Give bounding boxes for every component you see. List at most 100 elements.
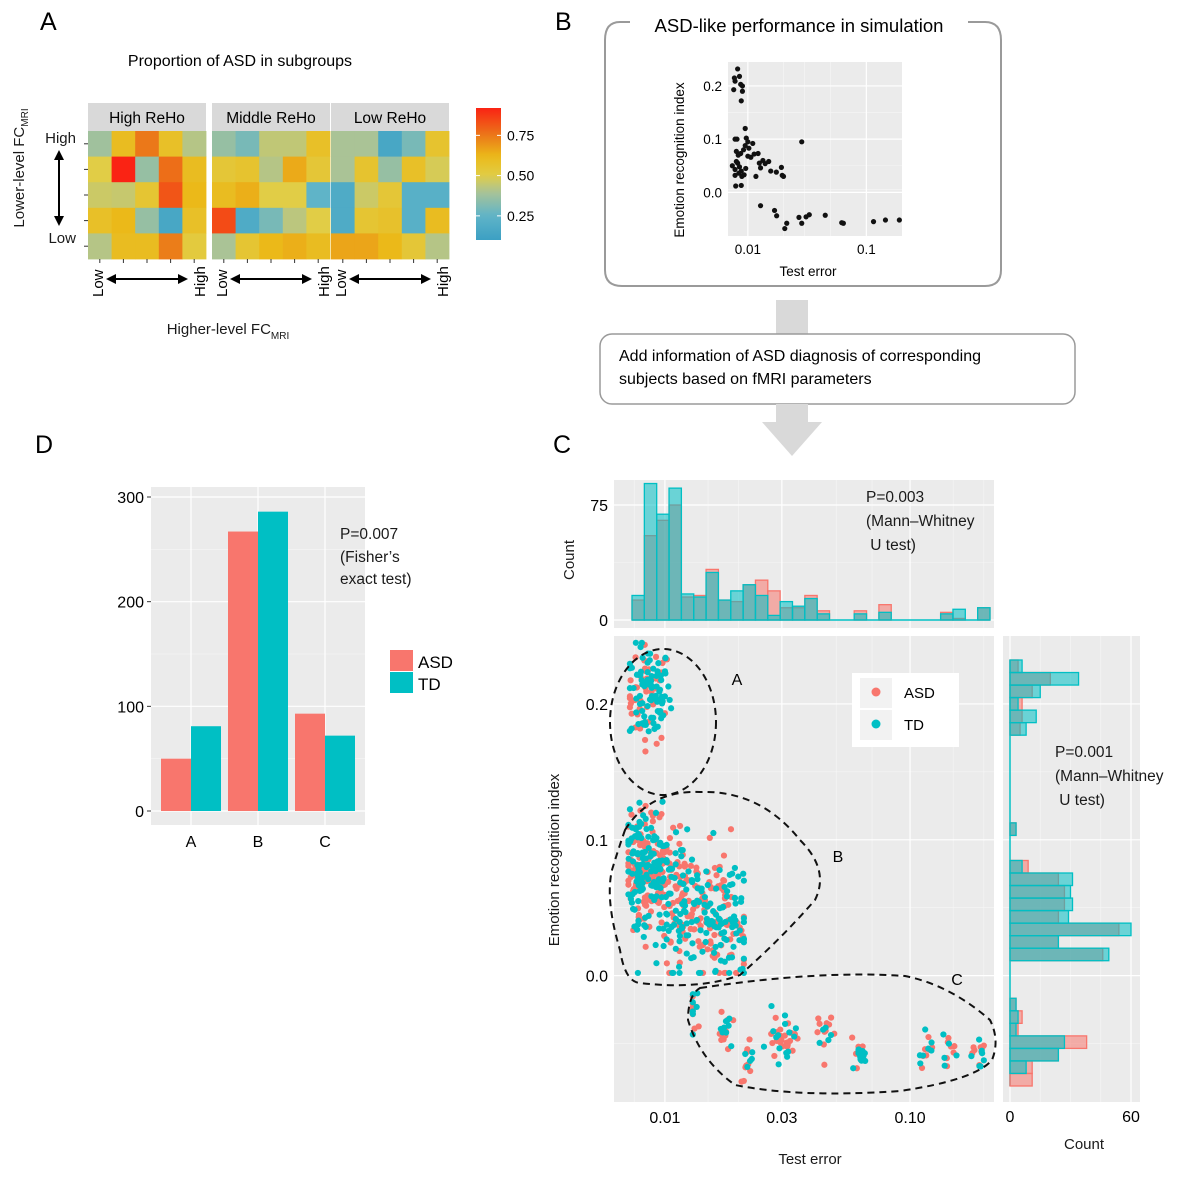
- scatter-point-td: [980, 1057, 987, 1064]
- heatmap-cell: [182, 207, 207, 234]
- cluster-label-c: C: [951, 972, 963, 989]
- scatter-point: [773, 169, 779, 175]
- scatter-point-td: [850, 1065, 857, 1072]
- scatter-point-asd: [658, 734, 665, 741]
- scatter-point-asd: [718, 1008, 725, 1015]
- scatter-point-td: [639, 681, 646, 688]
- scatter-point-td: [768, 1002, 775, 1010]
- scatter-point-td: [650, 837, 657, 844]
- scatter-point-td: [641, 713, 648, 720]
- scatter-point-asd: [642, 943, 649, 950]
- heatmap-cell: [282, 207, 307, 234]
- heatmap-cell: [354, 207, 379, 234]
- scatter-point-td: [635, 721, 642, 728]
- scatter-point-td: [656, 841, 663, 848]
- scatter-point: [732, 166, 738, 173]
- heatmap-cell: [331, 182, 355, 209]
- heatmap-x-low-label: Low: [333, 269, 350, 297]
- c-top-test-line-2: U test): [866, 537, 916, 554]
- scatter-point-td: [634, 969, 642, 977]
- scatter-point: [731, 87, 737, 93]
- heatmap-cell: [135, 156, 160, 183]
- scatter-point-td: [695, 969, 703, 977]
- scatter-point-td: [649, 882, 656, 889]
- simulation-scatter-plot: 0.0 0.1 0.2 0.01 0.1: [703, 62, 902, 257]
- scatter-point-asd: [695, 938, 702, 945]
- scatter-point-td: [775, 1061, 782, 1068]
- heatmap-cell: [235, 156, 260, 183]
- scatter-point-td: [979, 1050, 986, 1057]
- scatter-point-asd: [658, 810, 665, 818]
- scatter-point-td: [701, 893, 708, 901]
- c-right-test-line-2: U test): [1055, 792, 1105, 809]
- scatter-point-td: [643, 863, 650, 871]
- scatter-point-td: [781, 1020, 789, 1028]
- heatmap-cell: [235, 207, 260, 234]
- scatter-point-td: [953, 1052, 960, 1059]
- scatter-point-td: [694, 872, 701, 879]
- histogram-bar-td: [656, 513, 670, 621]
- scatter-point-td: [634, 849, 641, 857]
- x-tick-label: 0.01: [649, 1110, 680, 1127]
- scatter-point: [733, 158, 739, 165]
- scatter-point-td: [626, 806, 634, 813]
- scatter-point-asd: [769, 1039, 776, 1047]
- scatter-point-td: [645, 876, 652, 883]
- heatmap-xlabel: Higher-level FCMRI: [167, 321, 290, 342]
- scatter-point-td: [680, 880, 687, 888]
- scatter-point-td: [786, 1029, 793, 1036]
- heatmap-cell: [306, 233, 331, 260]
- x-tick-label: A: [186, 834, 197, 851]
- y-tick-label: 300: [117, 490, 144, 507]
- scatter-point-asd: [688, 913, 695, 920]
- scatter-point-td: [648, 682, 655, 689]
- scatter-point-td: [677, 911, 684, 918]
- scatter-point-td: [653, 960, 660, 967]
- bar-asd: [161, 758, 191, 811]
- heatmap-cell: [135, 207, 160, 234]
- scatter-point-td: [917, 1060, 924, 1067]
- histogram-bar-td: [1009, 709, 1037, 724]
- heatmap-cell: [135, 131, 160, 157]
- scatter-point-asd: [816, 1020, 823, 1027]
- colorbar-tick-label: 0.75: [507, 127, 534, 143]
- scatter-point-asd: [828, 1014, 835, 1021]
- scatter-point-td: [740, 955, 747, 962]
- heatmap-x-high-label: High: [435, 266, 452, 297]
- scatter-point-asd: [777, 1026, 784, 1033]
- scatter-point-td: [630, 684, 637, 692]
- heatmap-ylabel: Lower-level FCMRI: [11, 108, 31, 227]
- scatter-point-td: [731, 895, 739, 902]
- arrow-head-right-icon: [302, 274, 312, 284]
- scatter-point-td: [663, 841, 670, 848]
- heatmap-cell: [88, 156, 112, 183]
- scatter-point-td: [770, 1028, 777, 1035]
- bar-td: [191, 726, 221, 811]
- scatter-point-asd: [663, 960, 670, 967]
- d-legend-asd-swatch: [390, 650, 413, 671]
- histogram-bar-td: [1009, 1047, 1060, 1062]
- heatmap-cell: [88, 207, 112, 234]
- scatter-point-td: [634, 870, 641, 878]
- scatter-point: [738, 182, 744, 189]
- scatter-point-asd: [662, 848, 669, 855]
- scatter-point-td: [792, 1025, 799, 1032]
- scatter-point-td: [652, 809, 660, 817]
- scatter-point-td: [699, 948, 706, 955]
- scatter-point-asd: [641, 894, 649, 901]
- scatter-point-td: [660, 942, 667, 950]
- scatter-point-td: [760, 1043, 768, 1050]
- heatmap-cell: [425, 182, 450, 209]
- scatter-point-td: [639, 707, 646, 715]
- colorbar-tick-label: 0.25: [507, 208, 534, 224]
- scatter-point-td: [773, 1034, 780, 1041]
- scatter-point-td: [640, 933, 647, 941]
- scatter-point-td: [635, 898, 642, 905]
- scatter-point-td: [713, 885, 720, 892]
- heatmap-cell: [282, 156, 307, 183]
- scatter-point-asd: [849, 1034, 856, 1041]
- scatter-point-td: [655, 660, 662, 667]
- heatmap-cell: [331, 156, 355, 183]
- scatter-point-td: [668, 873, 675, 880]
- c-main-legend: ASD TD: [852, 673, 959, 747]
